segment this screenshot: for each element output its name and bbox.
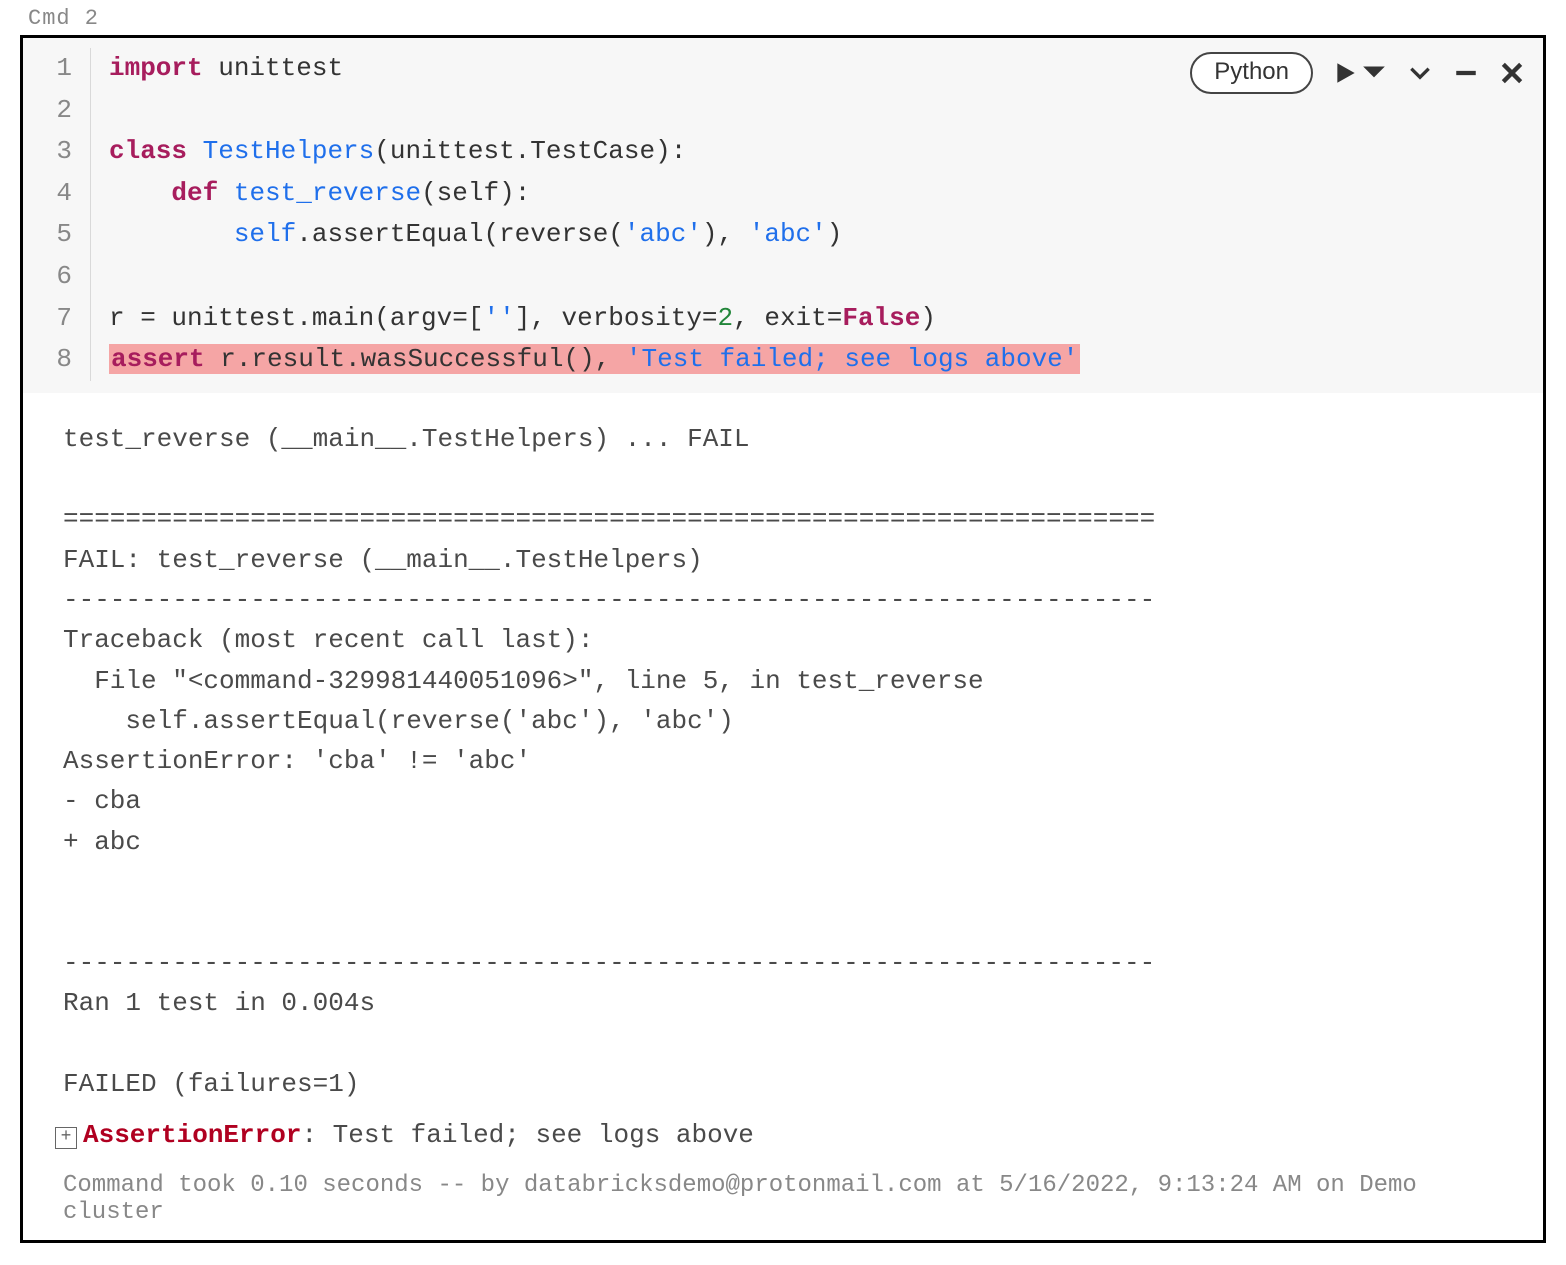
minimize-icon[interactable] [1453,60,1479,86]
chevron-down-icon[interactable] [1407,60,1433,86]
run-cell-icon[interactable] [1333,60,1387,86]
line-number: 4 [23,173,91,215]
expand-icon[interactable]: + [55,1127,77,1149]
language-pill[interactable]: Python [1190,52,1313,94]
cell-label: Cmd 2 [0,0,1566,35]
line-number: 8 [23,339,91,381]
code-line[interactable]: 5 self.assertEqual(reverse('abc'), 'abc'… [23,214,1543,256]
code-line[interactable]: 8 assert r.result.wasSuccessful(), 'Test… [23,339,1543,381]
error-name: AssertionError [83,1120,301,1150]
code-line[interactable]: 3 class TestHelpers(unittest.TestCase): [23,131,1543,173]
line-number: 1 [23,48,91,90]
code-editor[interactable]: Python 1 import unittest 2 [23,38,1543,393]
cell-output: test_reverse (__main__.TestHelpers) ... … [23,393,1543,1112]
error-message: : Test failed; see logs above [301,1120,753,1150]
code-line[interactable]: 2 [23,90,1543,132]
line-number: 3 [23,131,91,173]
line-number: 7 [23,298,91,340]
error-summary[interactable]: + AssertionError: Test failed; see logs a… [23,1112,1543,1154]
close-icon[interactable] [1499,60,1525,86]
line-number: 6 [23,256,91,298]
cell-toolbar: Python [1190,52,1525,94]
code-line[interactable]: 4 def test_reverse(self): [23,173,1543,215]
code-line[interactable]: 6 [23,256,1543,298]
line-number: 2 [23,90,91,132]
notebook-cell: Python 1 import unittest 2 [20,35,1546,1243]
execution-status: Command took 0.10 seconds -- by databric… [23,1154,1543,1240]
code-line[interactable]: 7 r = unittest.main(argv=[''], verbosity… [23,298,1543,340]
line-number: 5 [23,214,91,256]
